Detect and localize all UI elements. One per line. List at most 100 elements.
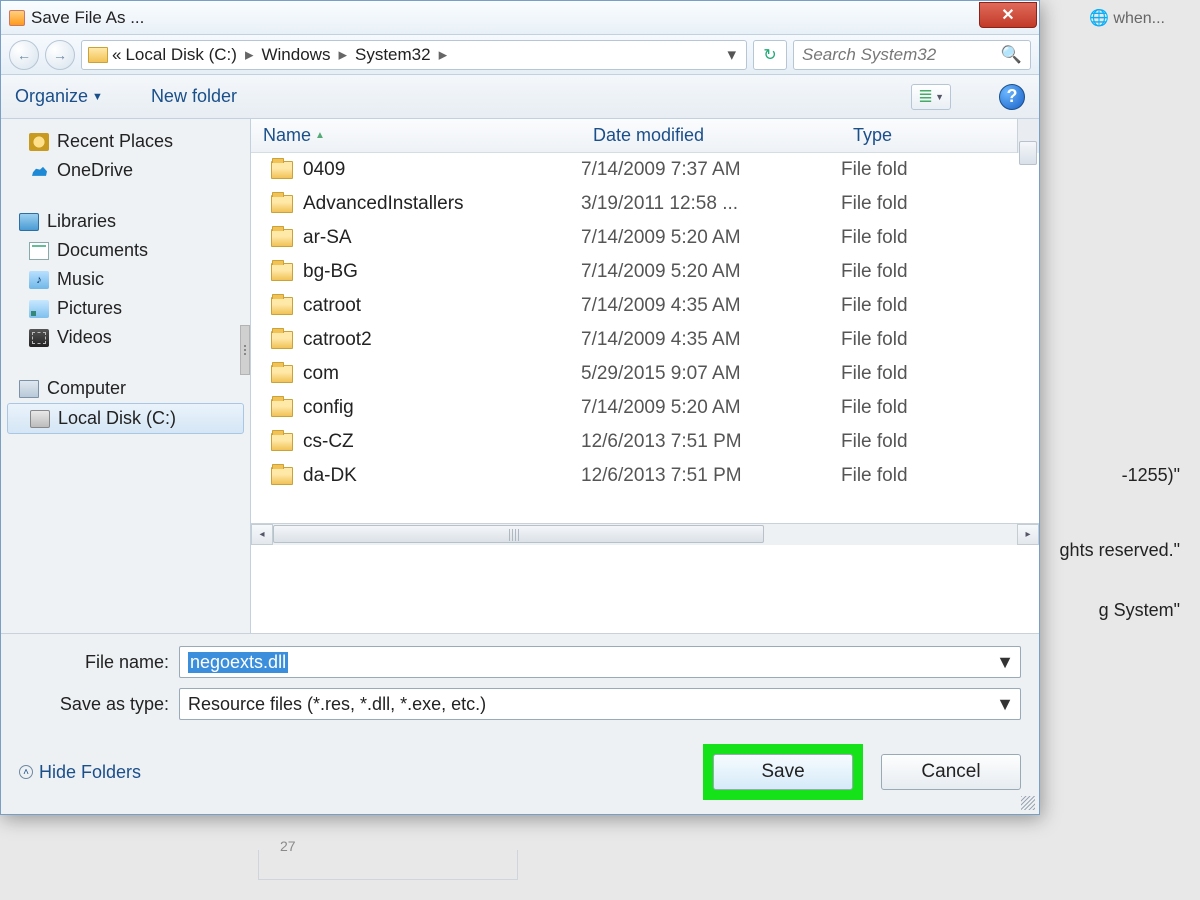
- folder-icon: [88, 47, 108, 63]
- file-name: 0409: [303, 159, 345, 181]
- organize-menu[interactable]: Organize ▼: [15, 86, 103, 107]
- file-row[interactable]: catroot7/14/2009 4:35 AMFile fold: [251, 289, 1039, 323]
- saveastype-select[interactable]: Resource files (*.res, *.dll, *.exe, etc…: [179, 688, 1021, 720]
- breadcrumb-item[interactable]: Windows: [261, 45, 330, 65]
- view-options-button[interactable]: ≣ ▼: [911, 84, 951, 110]
- breadcrumb-overflow[interactable]: «: [112, 45, 121, 65]
- sidebar-item[interactable]: Recent Places: [1, 127, 250, 156]
- file-row[interactable]: catroot27/14/2009 4:35 AMFile fold: [251, 323, 1039, 357]
- breadcrumb-item[interactable]: Local Disk (C:): [125, 45, 236, 65]
- sidebar-local-disk[interactable]: Local Disk (C:): [7, 403, 244, 434]
- vid-icon: [29, 329, 49, 347]
- app-icon: [9, 10, 25, 26]
- file-name: ar-SA: [303, 227, 352, 249]
- file-row[interactable]: bg-BG7/14/2009 5:20 AMFile fold: [251, 255, 1039, 289]
- file-row[interactable]: 04097/14/2009 7:37 AMFile fold: [251, 153, 1039, 187]
- background-text-line: g System": [1099, 600, 1180, 621]
- sidebar-libraries[interactable]: Libraries: [1, 207, 250, 236]
- recent-icon: [29, 133, 49, 151]
- saveastype-label: Save as type:: [19, 694, 169, 715]
- saveastype-value: Resource files (*.res, *.dll, *.exe, etc…: [188, 694, 486, 715]
- chevron-down-icon: ▼: [92, 91, 103, 103]
- file-name: com: [303, 363, 339, 385]
- save-file-dialog: Save File As ... ✕ ← → « Local Disk (C:)…: [0, 0, 1040, 815]
- address-dropdown[interactable]: ▾: [723, 45, 740, 65]
- scrollbar-track[interactable]: [273, 524, 1017, 545]
- file-list[interactable]: 04097/14/2009 7:37 AMFile foldAdvancedIn…: [251, 153, 1039, 523]
- sidebar-item[interactable]: Videos: [1, 323, 250, 352]
- file-name: da-DK: [303, 465, 357, 487]
- filename-input[interactable]: negoexts.dll ▼: [179, 646, 1021, 678]
- horizontal-scrollbar: ◂ ▸: [251, 523, 1039, 545]
- filename-label: File name:: [19, 652, 169, 673]
- back-button[interactable]: ←: [9, 40, 39, 70]
- column-header-date[interactable]: Date modified: [581, 125, 841, 146]
- file-row[interactable]: da-DK12/6/2013 7:51 PMFile fold: [251, 459, 1039, 493]
- arrow-left-icon: ←: [17, 47, 31, 63]
- sidebar: Recent Places OneDrive Libraries Document…: [1, 119, 251, 633]
- new-folder-button[interactable]: New folder: [151, 86, 237, 107]
- pic-icon: [29, 300, 49, 318]
- search-input[interactable]: Search System32 🔍: [793, 40, 1031, 70]
- breadcrumb-item[interactable]: System32: [355, 45, 431, 65]
- search-icon[interactable]: 🔍: [1001, 45, 1022, 65]
- search-placeholder: Search System32: [802, 45, 936, 65]
- close-button[interactable]: ✕: [979, 2, 1037, 28]
- saveastype-dropdown[interactable]: ▼: [996, 694, 1014, 715]
- file-row[interactable]: AdvancedInstallers3/19/2011 12:58 ...Fil…: [251, 187, 1039, 221]
- column-header-row: Name ▲ Date modified Type: [251, 119, 1039, 153]
- sidebar-item[interactable]: Music: [1, 265, 250, 294]
- music-icon: [29, 271, 49, 289]
- file-name: config: [303, 397, 354, 419]
- arrow-right-icon: →: [53, 47, 67, 63]
- file-row[interactable]: com5/29/2015 9:07 AMFile fold: [251, 357, 1039, 391]
- sidebar-item-label: Documents: [57, 240, 148, 261]
- file-row[interactable]: cs-CZ12/6/2013 7:51 PMFile fold: [251, 425, 1039, 459]
- onedrive-icon: [29, 162, 49, 180]
- hide-folders-toggle[interactable]: ˄ Hide Folders: [19, 762, 141, 783]
- sidebar-item-label: Music: [57, 269, 104, 290]
- file-date: 3/19/2011 12:58 ...: [581, 193, 841, 215]
- folder-icon: [271, 263, 293, 281]
- chevron-right-icon[interactable]: ▸: [334, 45, 351, 65]
- sidebar-splitter[interactable]: [240, 325, 250, 375]
- column-header-name[interactable]: Name ▲: [251, 125, 581, 146]
- scroll-left-button[interactable]: ◂: [251, 524, 273, 545]
- libraries-icon: [19, 213, 39, 231]
- folder-icon: [271, 433, 293, 451]
- chevron-right-icon[interactable]: ▸: [435, 45, 452, 65]
- computer-icon: [19, 380, 39, 398]
- bottom-panel: File name: negoexts.dll ▼ Save as type: …: [1, 633, 1039, 814]
- sidebar-item[interactable]: OneDrive: [1, 156, 250, 185]
- sidebar-item-label: Recent Places: [57, 131, 173, 152]
- refresh-button[interactable]: ↻: [753, 40, 787, 70]
- file-type: File fold: [841, 363, 1039, 385]
- resize-grip[interactable]: [1021, 796, 1035, 810]
- filename-dropdown[interactable]: ▼: [996, 652, 1014, 673]
- forward-button[interactable]: →: [45, 40, 75, 70]
- file-type: File fold: [841, 329, 1039, 351]
- save-button[interactable]: Save: [713, 754, 853, 790]
- disk-icon: [30, 410, 50, 428]
- file-row[interactable]: config7/14/2009 5:20 AMFile fold: [251, 391, 1039, 425]
- chevron-right-icon[interactable]: ▸: [241, 45, 258, 65]
- scrollbar-thumb[interactable]: [273, 525, 764, 543]
- folder-icon: [271, 467, 293, 485]
- folder-icon: [271, 365, 293, 383]
- file-type: File fold: [841, 159, 1039, 181]
- file-row[interactable]: ar-SA7/14/2009 5:20 AMFile fold: [251, 221, 1039, 255]
- help-button[interactable]: ?: [999, 84, 1025, 110]
- sidebar-computer[interactable]: Computer: [1, 374, 250, 403]
- column-header-type[interactable]: Type: [841, 125, 1039, 146]
- sidebar-item-label: OneDrive: [57, 160, 133, 181]
- sidebar-item[interactable]: Documents: [1, 236, 250, 265]
- sidebar-item[interactable]: Pictures: [1, 294, 250, 323]
- background-browser-tab: 🌐 when...: [1089, 8, 1165, 28]
- toolbar: Organize ▼ New folder ≣ ▼ ?: [1, 75, 1039, 119]
- titlebar: Save File As ... ✕: [1, 1, 1039, 35]
- cancel-button[interactable]: Cancel: [881, 754, 1021, 790]
- folder-icon: [271, 195, 293, 213]
- address-bar[interactable]: « Local Disk (C:) ▸ Windows ▸ System32 ▸…: [81, 40, 747, 70]
- scroll-right-button[interactable]: ▸: [1017, 524, 1039, 545]
- folder-icon: [271, 297, 293, 315]
